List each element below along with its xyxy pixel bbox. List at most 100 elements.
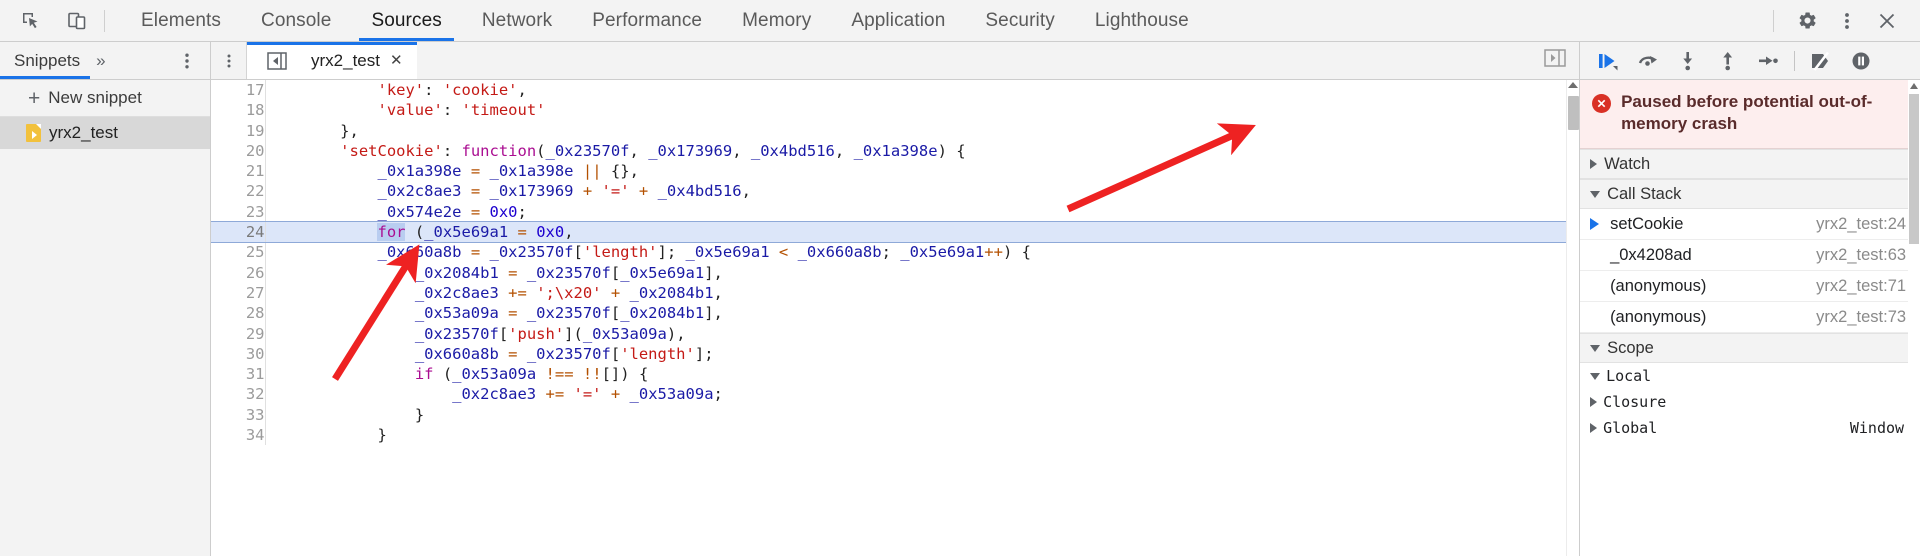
resume-script-icon[interactable]: [1588, 44, 1628, 78]
code-line[interactable]: 34 }: [211, 425, 1566, 446]
line-number[interactable]: 22: [211, 181, 266, 202]
line-number[interactable]: 34: [211, 425, 266, 446]
code-line-content[interactable]: },: [265, 121, 1566, 141]
code-line[interactable]: 22 _0x2c8ae3 = _0x173969 + '=' + _0x4bd5…: [211, 181, 1566, 202]
call-stack-row[interactable]: (anonymous) yrx2_test:73: [1580, 302, 1920, 333]
show-debugger-sidebar-icon[interactable]: [1543, 48, 1567, 73]
code-line-content[interactable]: _0x2c8ae3 += ';\x20' + _0x2084b1,: [265, 283, 1566, 303]
code-line-content[interactable]: }: [265, 425, 1566, 445]
device-toolbar-icon[interactable]: [60, 4, 94, 38]
line-number[interactable]: 19: [211, 120, 266, 141]
code-line[interactable]: 28 _0x53a09a = _0x23570f[_0x2084b1],: [211, 303, 1566, 324]
inspect-element-icon[interactable]: [14, 4, 48, 38]
code-line[interactable]: 18 'value': 'timeout': [211, 100, 1566, 121]
tab-application[interactable]: Application: [831, 0, 965, 41]
code-line-content[interactable]: if (_0x53a09a !== !![]) {: [265, 364, 1566, 384]
code-editor[interactable]: 17 'key': 'cookie', 18 'value': 'timeout'…: [211, 80, 1580, 556]
code-line[interactable]: 26 _0x2084b1 = _0x23570f[_0x5e69a1],: [211, 262, 1566, 283]
line-number[interactable]: 26: [211, 262, 266, 283]
editor-tab-yrx2-test[interactable]: yrx2_test ✕: [247, 42, 417, 79]
scroll-up-arrow-icon[interactable]: [1568, 82, 1579, 88]
tab-memory[interactable]: Memory: [722, 0, 831, 41]
scope-row-closure[interactable]: Closure: [1580, 389, 1920, 415]
debugger-vertical-scrollbar[interactable]: [1908, 80, 1920, 556]
code-line[interactable]: 19 },: [211, 120, 1566, 141]
code-line[interactable]: 17 'key': 'cookie',: [211, 80, 1566, 101]
tab-performance[interactable]: Performance: [572, 0, 722, 41]
tab-security[interactable]: Security: [965, 0, 1074, 41]
code-line[interactable]: 33 }: [211, 404, 1566, 426]
snippet-item-yrx2-test[interactable]: yrx2_test: [0, 117, 210, 149]
call-stack-row[interactable]: (anonymous) yrx2_test:71: [1580, 271, 1920, 302]
code-line[interactable]: 27 _0x2c8ae3 += ';\x20' + _0x2084b1,: [211, 282, 1566, 304]
code-line-content[interactable]: _0x2c8ae3 += '=' + _0x53a09a;: [265, 384, 1566, 404]
step-into-icon[interactable]: [1668, 44, 1708, 78]
code-line-content[interactable]: for (_0x5e69a1 = 0x0,: [265, 222, 1567, 243]
code-scroll-area[interactable]: 17 'key': 'cookie', 18 'value': 'timeout'…: [211, 80, 1567, 556]
code-line-content[interactable]: 'value': 'timeout': [265, 100, 1566, 120]
line-number[interactable]: 32: [211, 384, 266, 405]
code-line[interactable]: 20 'setCookie': function(_0x23570f, _0x1…: [211, 140, 1566, 162]
call-stack-location[interactable]: yrx2_test:71: [1816, 277, 1906, 296]
new-snippet-button[interactable]: + New snippet: [0, 80, 210, 117]
collapse-navigator-icon[interactable]: [253, 51, 301, 71]
code-line-content[interactable]: _0x2084b1 = _0x23570f[_0x5e69a1],: [265, 263, 1566, 283]
code-line-content[interactable]: _0x1a398e = _0x1a398e || {},: [265, 161, 1566, 181]
call-stack-row[interactable]: setCookie yrx2_test:24: [1580, 209, 1920, 240]
step-over-icon[interactable]: [1628, 44, 1668, 78]
editor-scrollbar-thumb[interactable]: [1568, 96, 1580, 130]
pause-on-exceptions-icon[interactable]: [1841, 44, 1881, 78]
editor-vertical-scrollbar[interactable]: [1566, 80, 1580, 556]
gear-icon[interactable]: [1790, 4, 1824, 38]
step-icon[interactable]: [1748, 44, 1788, 78]
scope-row-local[interactable]: Local: [1580, 363, 1920, 389]
line-number[interactable]: 33: [211, 404, 266, 426]
more-tabs-icon[interactable]: »: [90, 51, 111, 71]
code-line-content[interactable]: _0x660a8b = _0x23570f['length'];: [265, 344, 1566, 364]
navigator-tab-snippets[interactable]: Snippets: [0, 42, 91, 79]
code-line[interactable]: 24 for (_0x5e69a1 = 0x0,: [211, 221, 1567, 244]
call-stack-location[interactable]: yrx2_test:63: [1816, 246, 1906, 265]
deactivate-breakpoints-icon[interactable]: [1801, 44, 1841, 78]
call-stack-location[interactable]: yrx2_test:24: [1816, 215, 1906, 234]
scope-row-global[interactable]: Global Window: [1580, 415, 1920, 441]
code-line[interactable]: 31 if (_0x53a09a !== !![]) {: [211, 364, 1566, 385]
code-line-content[interactable]: _0x660a8b = _0x23570f['length']; _0x5e69…: [265, 242, 1566, 262]
tab-console[interactable]: Console: [241, 0, 351, 41]
close-icon[interactable]: [1870, 4, 1904, 38]
code-line-content[interactable]: }: [265, 405, 1566, 425]
code-line[interactable]: 30 _0x660a8b = _0x23570f['length'];: [211, 343, 1566, 365]
tab-elements[interactable]: Elements: [121, 0, 241, 41]
call-stack-row[interactable]: _0x4208ad yrx2_test:63: [1580, 240, 1920, 271]
tab-sources[interactable]: Sources: [351, 0, 461, 41]
section-header-scope[interactable]: Scope: [1580, 333, 1920, 363]
code-line[interactable]: 32 _0x2c8ae3 += '=' + _0x53a09a;: [211, 384, 1566, 405]
editor-tab-close-icon[interactable]: ✕: [390, 53, 403, 68]
call-stack-location[interactable]: yrx2_test:73: [1816, 308, 1906, 327]
line-number[interactable]: 29: [211, 323, 266, 344]
tab-lighthouse[interactable]: Lighthouse: [1075, 0, 1209, 41]
section-header-watch[interactable]: Watch: [1580, 149, 1920, 179]
kebab-menu-icon[interactable]: [1830, 4, 1864, 38]
code-line-content[interactable]: _0x23570f['push'](_0x53a09a),: [265, 324, 1566, 344]
line-number[interactable]: 31: [211, 364, 266, 385]
code-line-content[interactable]: 'setCookie': function(_0x23570f, _0x1739…: [265, 141, 1566, 161]
section-header-call-stack[interactable]: Call Stack: [1580, 179, 1920, 209]
step-out-icon[interactable]: [1708, 44, 1748, 78]
code-line[interactable]: 23 _0x574e2e = 0x0;: [211, 201, 1566, 223]
editor-kebab-icon[interactable]: [211, 42, 247, 79]
line-number[interactable]: 21: [211, 161, 266, 182]
line-number[interactable]: 20: [211, 140, 266, 162]
debugger-scrollbar-thumb[interactable]: [1909, 94, 1920, 244]
tab-network[interactable]: Network: [462, 0, 572, 41]
line-number[interactable]: 18: [211, 100, 266, 121]
code-line-content[interactable]: _0x53a09a = _0x23570f[_0x2084b1],: [265, 303, 1566, 323]
line-number[interactable]: 24: [211, 222, 266, 243]
line-number[interactable]: 30: [211, 343, 266, 365]
line-number[interactable]: 17: [211, 80, 266, 101]
line-number[interactable]: 27: [211, 282, 266, 304]
scroll-up-arrow-icon[interactable]: [1910, 83, 1919, 89]
code-line[interactable]: 29 _0x23570f['push'](_0x53a09a),: [211, 323, 1566, 344]
line-number[interactable]: 25: [211, 242, 266, 263]
code-line-content[interactable]: 'key': 'cookie',: [265, 80, 1566, 100]
